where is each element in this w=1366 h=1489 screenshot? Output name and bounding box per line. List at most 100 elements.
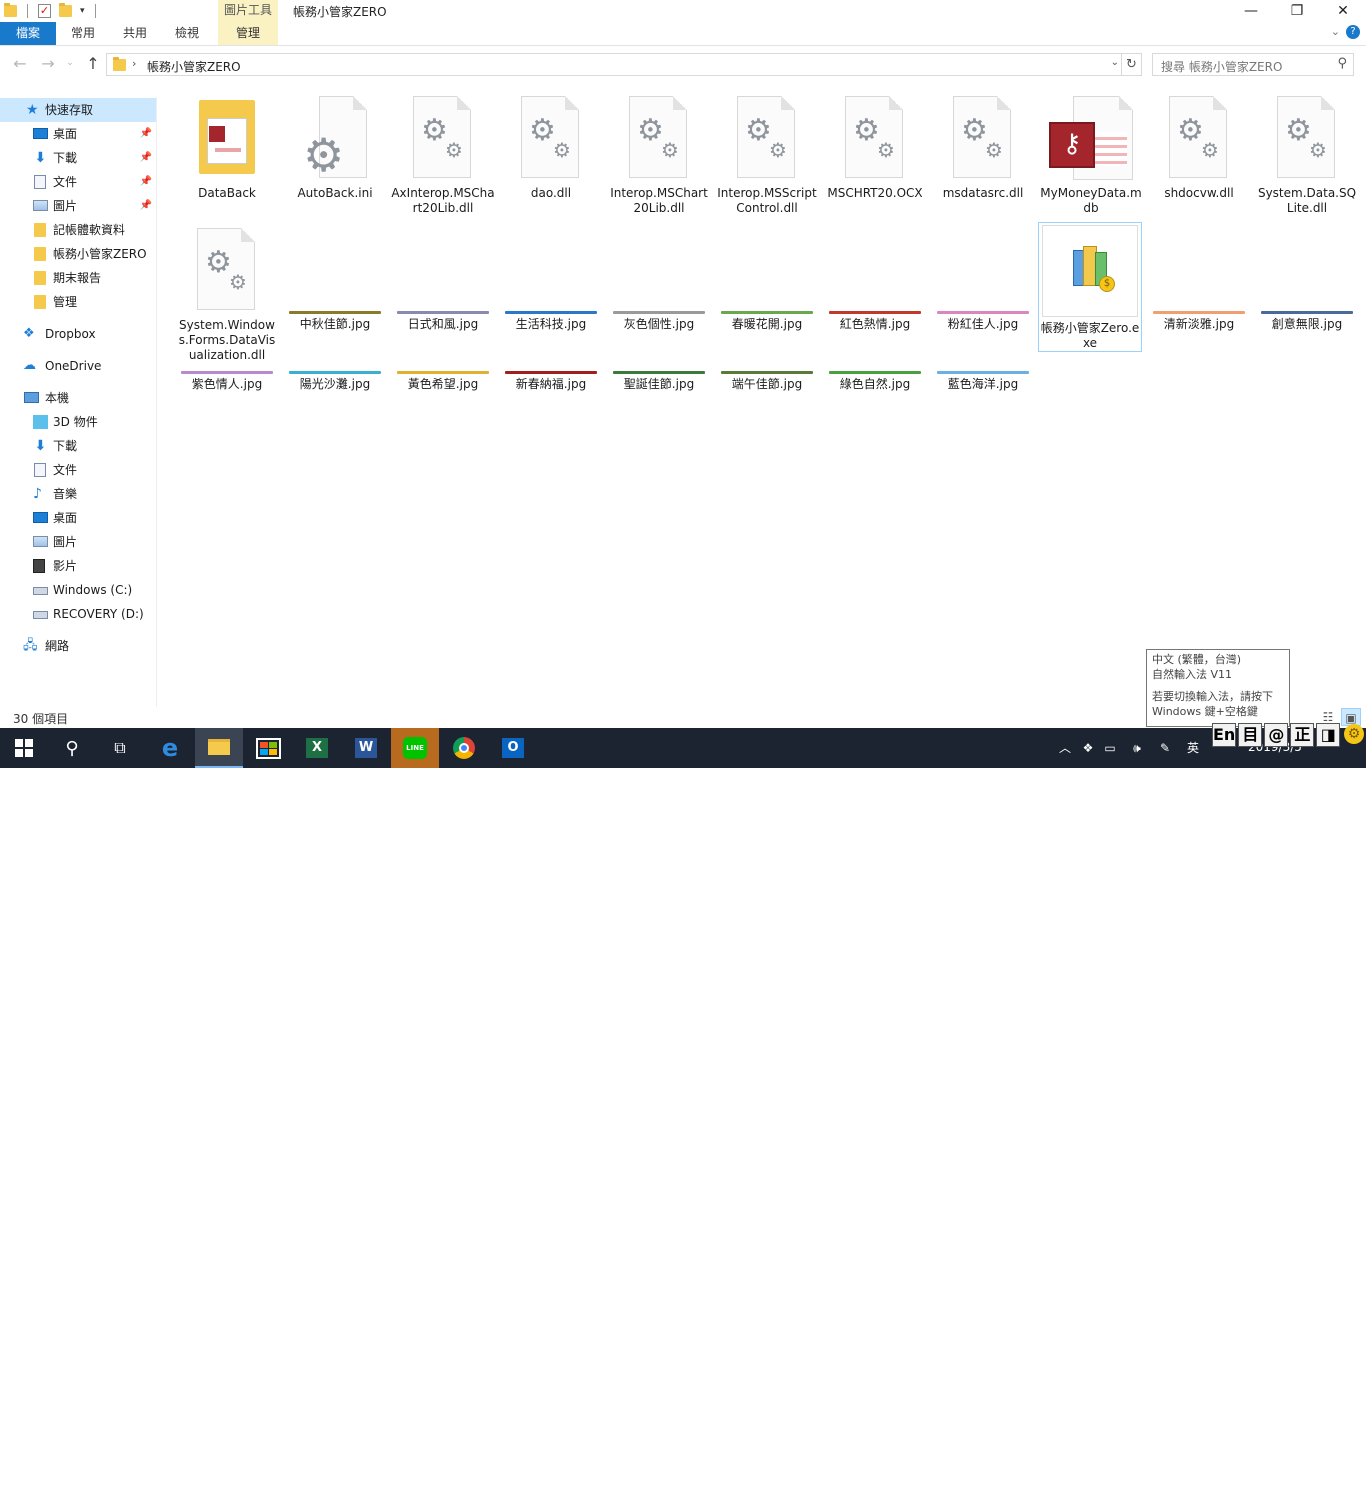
file-item-selected[interactable]: $ 帳務小管家Zero.exe xyxy=(1038,222,1142,352)
sidebar-item-music[interactable]: ♪ 音樂 xyxy=(0,482,156,506)
file-item-image[interactable]: 黃色希望.jpg xyxy=(391,371,495,392)
file-item-image[interactable]: 綠色自然.jpg xyxy=(823,371,927,392)
outlook-icon[interactable]: O xyxy=(489,728,537,768)
recent-locations-chevron-icon[interactable]: ⌄ xyxy=(60,58,80,68)
search-icon[interactable]: ⚲ xyxy=(1337,56,1347,71)
sidebar-item-quick-access[interactable]: ★ 快速存取 xyxy=(0,98,156,122)
file-item-image[interactable]: 聖誕佳節.jpg xyxy=(607,371,711,392)
minimize-button[interactable]: — xyxy=(1228,0,1274,22)
ime-symbol-button[interactable]: @ xyxy=(1264,723,1289,747)
volume-icon[interactable]: 🕪 xyxy=(1126,728,1148,768)
file-item[interactable]: ⚙ ⚙ shdocvw.dll xyxy=(1147,96,1251,201)
sidebar-item-folder[interactable]: 記帳體軟資料 xyxy=(0,218,156,242)
file-item[interactable]: ⚙ ⚙ System.Windows.Forms.DataVisualizatio… xyxy=(175,228,279,363)
pen-icon[interactable]: ✎ xyxy=(1154,728,1176,768)
pin-icon[interactable]: 📌 xyxy=(140,194,152,218)
up-arrow-icon[interactable]: ↑ xyxy=(83,54,103,73)
file-item-image[interactable]: 清新淡雅.jpg xyxy=(1147,311,1251,332)
network-tray-icon[interactable]: ▭ xyxy=(1100,728,1120,768)
sidebar-item-videos[interactable]: 影片 xyxy=(0,554,156,578)
word-icon[interactable]: W xyxy=(342,728,390,768)
file-explorer-icon[interactable] xyxy=(195,728,243,768)
dropbox-tray-icon[interactable]: ❖ xyxy=(1078,728,1098,768)
task-view-icon[interactable]: ⧉ xyxy=(96,728,144,768)
file-item-image[interactable]: 中秋佳節.jpg xyxy=(283,311,387,332)
sidebar-item-drive-d[interactable]: RECOVERY (D:) xyxy=(0,602,156,626)
pin-icon[interactable]: 📌 xyxy=(140,170,152,194)
address-history-chevron-icon[interactable]: ⌄ xyxy=(1111,57,1119,68)
sidebar-item-this-pc[interactable]: 本機 xyxy=(0,386,156,410)
sidebar-item-folder[interactable]: 帳務小管家ZERO xyxy=(0,242,156,266)
new-folder-icon[interactable] xyxy=(59,3,72,17)
file-item[interactable]: ⚙ ⚙ Interop.MSScriptControl.dll xyxy=(715,96,819,216)
sidebar-item-documents[interactable]: 文件 xyxy=(0,458,156,482)
action-center-button[interactable]: 5 xyxy=(1325,1467,1347,1489)
sidebar-item-folder[interactable]: 管理 xyxy=(0,290,156,314)
excel-icon[interactable]: X xyxy=(293,728,341,768)
ime-fullwidth-button[interactable]: 目 xyxy=(1238,723,1263,747)
store-icon[interactable] xyxy=(244,728,292,768)
ime-indicator[interactable]: 英 xyxy=(1182,728,1204,768)
ime-english-mode-button[interactable]: En xyxy=(1212,723,1237,747)
sidebar-item-pictures[interactable]: 圖片 xyxy=(0,530,156,554)
tab-view[interactable]: 檢視 xyxy=(164,22,210,45)
start-button[interactable] xyxy=(0,728,48,768)
breadcrumb-current[interactable]: 帳務小管家ZERO xyxy=(147,58,241,75)
sidebar-item-downloads[interactable]: ⬇ 下載 xyxy=(0,434,156,458)
pin-icon[interactable]: 📌 xyxy=(140,122,152,146)
sidebar-item-3d-objects[interactable]: 3D 物件 xyxy=(0,410,156,434)
chrome-icon[interactable] xyxy=(440,728,488,768)
address-bar[interactable]: › 帳務小管家ZERO ⌄ xyxy=(106,53,1122,76)
file-item-folder[interactable]: DataBack xyxy=(175,96,279,201)
file-item[interactable]: ⚙ ⚙ dao.dll xyxy=(499,96,603,201)
sidebar-item-dropbox[interactable]: ❖ Dropbox xyxy=(0,322,156,346)
sidebar-item-network[interactable]: 🖧 網路 xyxy=(0,634,156,658)
file-item-image[interactable]: 紫色情人.jpg xyxy=(175,371,279,392)
file-item-image[interactable]: 端午佳節.jpg xyxy=(715,371,819,392)
file-item-image[interactable]: 生活科技.jpg xyxy=(499,311,603,332)
help-icon[interactable]: ? xyxy=(1346,25,1360,39)
file-item-image[interactable]: 春暖花開.jpg xyxy=(715,311,819,332)
sidebar-item-desktop[interactable]: 桌面 📌 xyxy=(0,122,156,146)
file-item-image[interactable]: 藍色海洋.jpg xyxy=(931,371,1035,392)
search-input[interactable]: 搜尋 帳務小管家ZERO ⚲ xyxy=(1152,53,1354,76)
edge-icon[interactable]: e xyxy=(146,728,194,768)
file-item[interactable]: ⚙ ⚙ System.Data.SQLite.dll xyxy=(1255,96,1359,216)
search-icon[interactable]: ⚲ xyxy=(48,728,96,768)
sidebar-item-downloads[interactable]: ⬇ 下載 📌 xyxy=(0,146,156,170)
file-item[interactable]: ⚙ ⚙ AxInterop.MSChart20Lib.dll xyxy=(391,96,495,216)
file-item[interactable]: ⚙ ⚙ msdatasrc.dll xyxy=(931,96,1035,201)
show-hidden-icons-chevron-icon[interactable]: ︿ xyxy=(1056,728,1074,768)
tab-home[interactable]: 常用 xyxy=(60,22,106,45)
forward-arrow-icon[interactable]: → xyxy=(38,54,58,73)
sidebar-item-onedrive[interactable]: ☁ OneDrive xyxy=(0,354,156,378)
line-app-icon[interactable]: LINE xyxy=(391,728,439,768)
file-item[interactable]: ⚷ MyMoneyData.mdb xyxy=(1039,96,1143,216)
ime-settings-button[interactable]: ◨ xyxy=(1316,723,1341,747)
restore-button[interactable]: ❐ xyxy=(1274,0,1320,22)
expand-ribbon-icon[interactable]: ⌄ xyxy=(1331,25,1340,38)
file-item-image[interactable]: 粉紅佳人.jpg xyxy=(931,311,1035,332)
customize-qat-icon[interactable]: ▾ xyxy=(80,6,85,16)
tab-manage[interactable]: 管理 xyxy=(218,22,278,45)
file-item-image[interactable]: 日式和風.jpg xyxy=(391,311,495,332)
ime-gear-icon[interactable]: ⚙ xyxy=(1344,724,1364,744)
tab-file[interactable]: 檔案 xyxy=(0,22,56,45)
file-item[interactable]: ⚙ ⚙ Interop.MSChart20Lib.dll xyxy=(607,96,711,216)
refresh-icon[interactable]: ↻ xyxy=(1122,53,1142,76)
back-arrow-icon[interactable]: ← xyxy=(10,54,30,73)
file-item-image[interactable]: 創意無限.jpg xyxy=(1255,311,1359,332)
file-item-image[interactable]: 灰色個性.jpg xyxy=(607,311,711,332)
sidebar-item-documents[interactable]: 文件 📌 xyxy=(0,170,156,194)
file-item-image[interactable]: 新春納福.jpg xyxy=(499,371,603,392)
sidebar-item-folder[interactable]: 期末報告 xyxy=(0,266,156,290)
ime-traditional-button[interactable]: 正 xyxy=(1290,723,1315,747)
tab-share[interactable]: 共用 xyxy=(112,22,158,45)
breadcrumb-chevron-icon[interactable]: › xyxy=(132,57,136,70)
file-item[interactable]: ⚙ AutoBack.ini xyxy=(283,96,387,201)
properties-icon[interactable]: ✓ xyxy=(38,4,51,18)
sidebar-item-pictures[interactable]: 圖片 📌 xyxy=(0,194,156,218)
file-item-image[interactable]: 紅色熱情.jpg xyxy=(823,311,927,332)
sidebar-item-desktop[interactable]: 桌面 xyxy=(0,506,156,530)
file-item-image[interactable]: 陽光沙灘.jpg xyxy=(283,371,387,392)
